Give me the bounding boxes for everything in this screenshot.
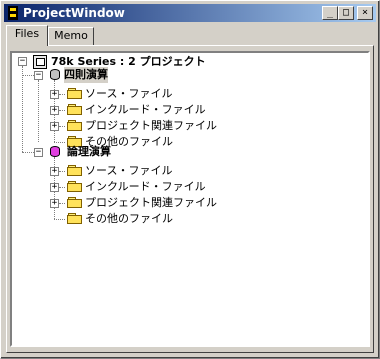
folder-label[interactable]: ソース・ファイル (85, 86, 172, 102)
folder-expand-toggle[interactable]: + (50, 90, 59, 99)
folder-expand-toggle[interactable]: + (50, 106, 59, 115)
tree-line (59, 110, 65, 111)
tree-line (59, 171, 65, 172)
folder-icon (67, 104, 82, 115)
close-button[interactable]: × (357, 6, 373, 20)
folder-label[interactable]: プロジェクト関連ファイル (85, 118, 217, 134)
tree-line (59, 126, 65, 127)
folder-expand-toggle[interactable]: + (50, 167, 59, 176)
tree-line (22, 152, 34, 153)
maximize-button[interactable]: □ (338, 6, 354, 20)
project-database-icon (50, 69, 60, 80)
project-label[interactable]: 四則演算 (64, 67, 108, 83)
tree-line (22, 66, 23, 152)
folder-icon (67, 197, 82, 208)
tree-line (54, 219, 65, 220)
file-tree[interactable]: − 78k Series : 2 プロジェクト − 四則演算 + ソース・ファイ… (10, 51, 370, 347)
folder-expand-toggle[interactable]: + (50, 183, 59, 192)
folder-expand-toggle[interactable]: + (50, 122, 59, 131)
folder-label[interactable]: インクルード・ファイル (85, 179, 206, 195)
tree-line (59, 203, 65, 204)
project-window: ProjectWindow _ □ × Files Memo − 78k Ser… (0, 0, 380, 359)
project-database-icon (50, 146, 60, 157)
folder-label[interactable]: インクルード・ファイル (85, 102, 206, 118)
tab-files[interactable]: Files (6, 25, 48, 46)
workspace-icon (33, 55, 47, 69)
tree-line (22, 75, 34, 76)
folder-label[interactable]: その他のファイル (85, 211, 173, 227)
folder-icon (67, 165, 82, 176)
tree-line (54, 142, 65, 143)
folder-expand-toggle[interactable]: + (50, 199, 59, 208)
project-collapse-toggle[interactable]: − (34, 71, 43, 80)
minimize-button[interactable]: _ (322, 6, 338, 20)
project-collapse-toggle[interactable]: − (34, 148, 43, 157)
window-title: ProjectWindow (23, 6, 125, 20)
folder-icon (67, 213, 82, 224)
tab-memo[interactable]: Memo (48, 27, 94, 46)
tree-line (59, 187, 65, 188)
folder-label[interactable]: プロジェクト関連ファイル (85, 195, 217, 211)
folder-icon (67, 120, 82, 131)
tree-line (38, 80, 39, 142)
folder-icon (67, 181, 82, 192)
project-label[interactable]: 論理演算 (67, 144, 111, 160)
tree-line (59, 94, 65, 95)
app-icon (8, 6, 18, 20)
title-bar[interactable]: ProjectWindow _ □ × (4, 4, 376, 22)
folder-label[interactable]: ソース・ファイル (85, 163, 172, 179)
folder-icon (67, 88, 82, 99)
root-collapse-toggle[interactable]: − (18, 57, 27, 66)
